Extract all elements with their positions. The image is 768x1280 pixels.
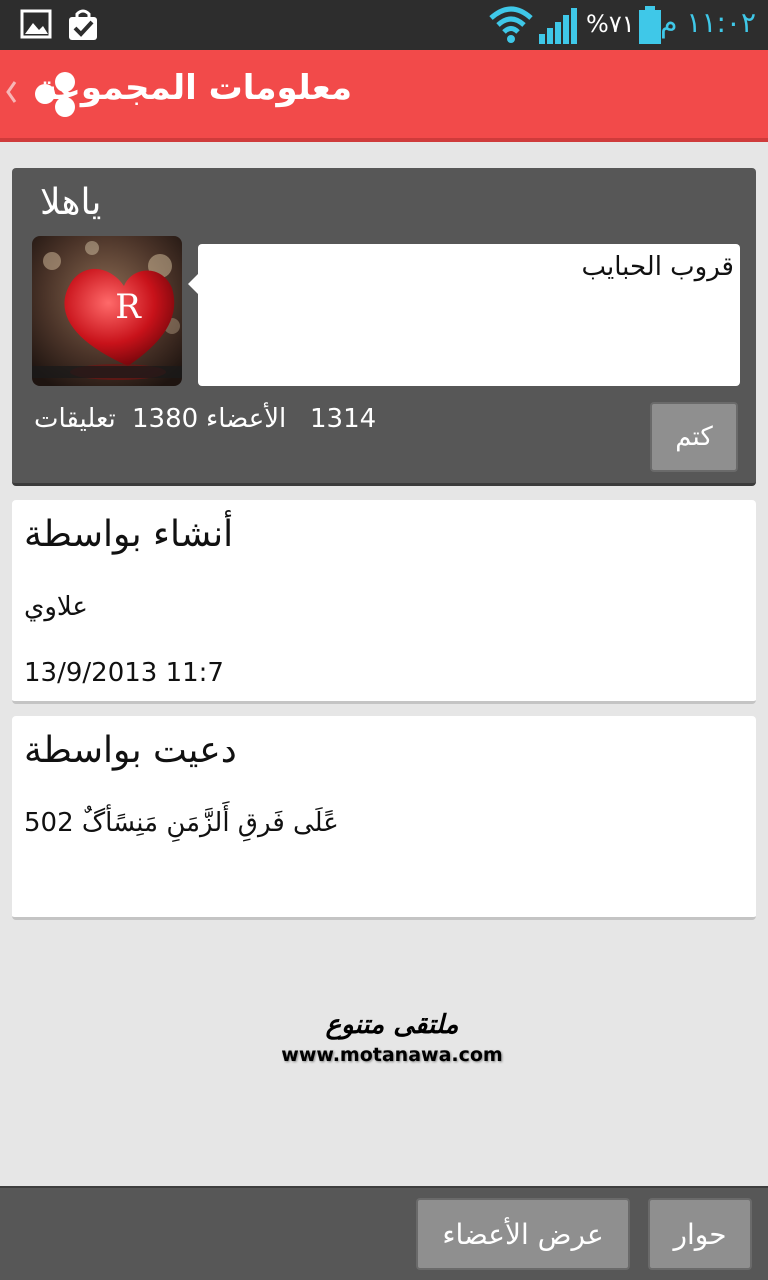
invited-by-heading: دعيت بواسطة (24, 730, 237, 771)
status-bar: %٧١ ١١:٠٢ م (0, 0, 768, 50)
wifi-icon (488, 6, 534, 48)
group-description: قروب الحبايب (581, 252, 734, 282)
battery-icon (638, 6, 662, 48)
clock: ١١:٠٢ م (660, 6, 756, 39)
bag-check-icon (66, 8, 100, 46)
created-by-heading: أنشاء بواسطة (24, 514, 234, 555)
image-icon (20, 8, 52, 44)
signal-icon (538, 8, 578, 48)
title-bar: معلومات المجموعة (0, 50, 768, 142)
page-title: معلومات المجموعة (37, 68, 352, 108)
mute-button[interactable]: كتم (650, 402, 738, 472)
watermark-arabic: ملتقى متنوع (325, 1010, 459, 1040)
back-chevron-icon[interactable] (4, 76, 18, 112)
bottom-bar: عرض الأعضاء حوار (0, 1186, 768, 1280)
members-count: 1314 (310, 404, 377, 434)
creator-name[interactable]: علاوي (24, 592, 88, 622)
inviter-name[interactable]: عًلَى فَرقِ أَلزَّمَنِ مَنِسًأگٌ 502 (24, 808, 339, 838)
avatar-letter: R (115, 287, 142, 327)
battery-percent: %٧١ (586, 10, 635, 38)
group-avatar[interactable]: R (32, 236, 182, 386)
group-card: ياهلا R قروب الحبايب 1314 الأعضاء 1380 ت… (12, 168, 756, 486)
watermark-url: www.motanawa.com (281, 1044, 503, 1066)
created-datetime: 13/9/2013 11:7 (24, 658, 224, 688)
chat-button[interactable]: حوار (648, 1198, 752, 1270)
members-label: الأعضاء (206, 404, 287, 434)
description-bubble: قروب الحبايب (188, 244, 740, 386)
created-by-card: أنشاء بواسطة علاوي 13/9/2013 11:7 (12, 500, 756, 704)
comments-label: تعليقات (34, 404, 116, 434)
invited-by-card: دعيت بواسطة عًلَى فَرقِ أَلزَّمَنِ مَنِس… (12, 716, 756, 920)
group-name: ياهلا (40, 182, 102, 223)
show-members-button[interactable]: عرض الأعضاء (416, 1198, 630, 1270)
comments-count: 1380 (132, 404, 199, 434)
